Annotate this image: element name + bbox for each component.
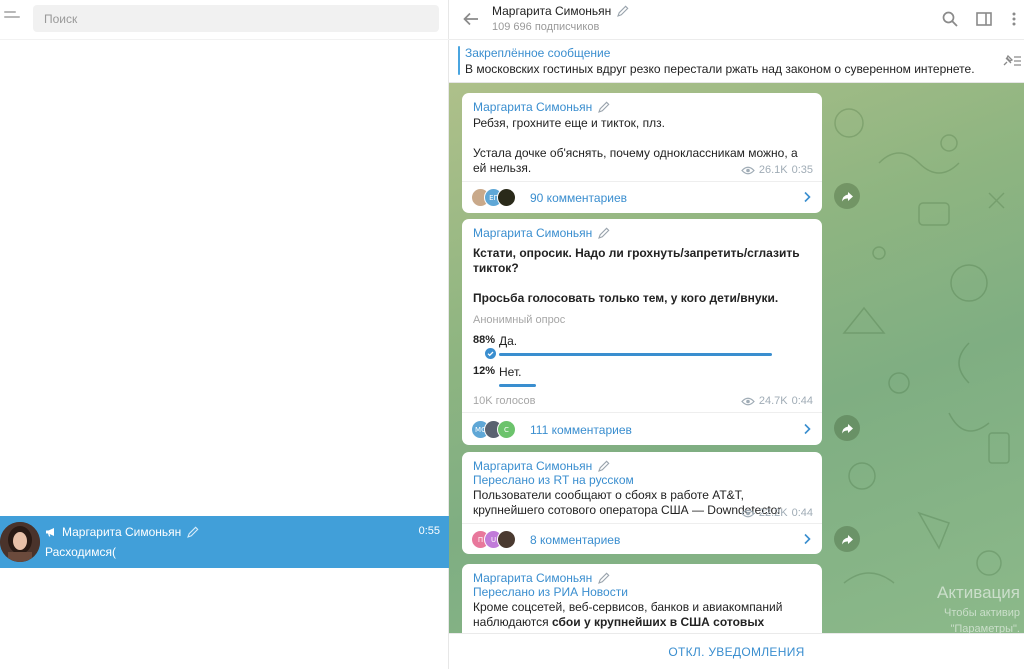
forwarded-from[interactable]: Переслано из РИА Новости xyxy=(473,585,628,599)
commenter-avatars: МС С xyxy=(471,420,531,440)
chat-time: 0:55 xyxy=(418,525,440,537)
poll-vote-count: 10K голосов xyxy=(473,395,536,407)
search-icon[interactable] xyxy=(941,10,959,28)
share-button[interactable] xyxy=(834,526,860,552)
footer: ОТКЛ. УВЕДОМЛЕНИЯ xyxy=(449,633,1024,669)
views-icon xyxy=(741,509,755,517)
message-author[interactable]: Маргарита Симоньян xyxy=(473,226,592,240)
comments-count: 90 комментариев xyxy=(530,191,628,205)
views-icon xyxy=(741,397,755,405)
message-author[interactable]: Маргарита Симоньян xyxy=(473,459,592,473)
chat-list-item-active[interactable]: Маргарита Симоньян 0:55 Расходимся( xyxy=(0,516,449,568)
comments-button[interactable]: МС С 111 комментариев xyxy=(462,413,822,445)
chevron-right-icon xyxy=(804,423,811,435)
commenter-avatars: П U xyxy=(471,530,531,550)
pencil-icon xyxy=(598,572,610,584)
commenter-avatars: ЕГ xyxy=(471,188,531,208)
menu-icon[interactable] xyxy=(4,8,24,28)
poll-bar xyxy=(499,384,536,387)
share-button[interactable] xyxy=(834,183,860,209)
poll-question: Кстати, опросик. Надо ли грохнуть/запрет… xyxy=(473,246,800,275)
poll-bar xyxy=(499,353,772,356)
poll-percent: 88% xyxy=(473,334,496,346)
activation-watermark-title: Активация xyxy=(937,583,1020,602)
comments-button[interactable]: ЕГ 90 комментариев xyxy=(462,181,822,213)
pencil-icon xyxy=(187,526,199,538)
comments-button[interactable]: П U 8 комментариев xyxy=(462,523,822,555)
message-author[interactable]: Маргарита Симоньян xyxy=(473,100,592,114)
pinned-list-icon[interactable] xyxy=(1002,53,1022,69)
message-text: Кроме соцсетей, веб-сервисов, банков и а… xyxy=(473,600,818,633)
more-options-icon[interactable] xyxy=(1005,10,1023,28)
comments-count: 111 комментариев xyxy=(530,423,632,437)
chat-header: Маргарита Симоньян 109 696 подписчиков xyxy=(449,0,1024,40)
share-icon xyxy=(841,534,853,544)
share-icon xyxy=(841,191,853,201)
view-count: 22.2K xyxy=(758,507,788,519)
sidebar-toggle-icon[interactable] xyxy=(975,10,993,28)
pinned-indicator xyxy=(458,46,460,75)
poll-option-label: Да. xyxy=(499,334,518,348)
chat-name: Маргарита Симоньян xyxy=(62,525,182,539)
share-icon xyxy=(841,423,853,433)
chevron-right-icon xyxy=(804,533,811,545)
poll-note: Просьба голосовать только тем, у кого де… xyxy=(473,291,779,305)
chat-list-pane: Маргарита Симоньян 0:55 Расходимся( xyxy=(0,0,449,669)
mute-notifications-button[interactable]: ОТКЛ. УВЕДОМЛЕНИЯ xyxy=(449,634,1024,669)
message-time: 0:35 xyxy=(791,164,813,176)
checkmark-icon xyxy=(485,348,496,359)
poll-type-label: Анонимный опрос xyxy=(473,314,566,326)
pencil-icon xyxy=(598,227,610,239)
channel-icon xyxy=(46,528,54,537)
conversation-pane: Маргарита Симоньян 109 696 подписчиков З… xyxy=(449,0,1024,669)
message-time: 0:44 xyxy=(791,395,813,407)
poll-option-0[interactable]: 88% Да. xyxy=(473,334,813,364)
views-icon xyxy=(741,166,755,174)
poll-message-bubble[interactable]: Маргарита Симоньян Кстати, опросик. Надо… xyxy=(462,219,822,445)
poll-percent: 12% xyxy=(473,365,496,377)
back-arrow-icon[interactable] xyxy=(462,10,480,28)
avatar: С xyxy=(497,420,516,439)
comments-count: 8 комментариев xyxy=(530,533,621,547)
avatar xyxy=(497,188,516,207)
chevron-right-icon xyxy=(804,191,811,203)
pinned-message[interactable]: Закреплённое сообщение В московских гост… xyxy=(449,40,1024,83)
message-time: 0:44 xyxy=(791,507,813,519)
pencil-icon xyxy=(598,460,610,472)
message-bubble[interactable]: Маргарита Симоньян Переслано из RT на ру… xyxy=(462,452,822,554)
share-button[interactable] xyxy=(834,415,860,441)
divider xyxy=(0,39,449,40)
message-bubble[interactable]: Маргарита Симоньян Переслано из РИА Ново… xyxy=(462,564,822,633)
chat-preview: Расходимся( xyxy=(45,545,117,559)
message-bubble[interactable]: Маргарита Симоньян Ребзя, грохните еще и… xyxy=(462,93,822,213)
search-input[interactable] xyxy=(33,5,439,32)
avatar xyxy=(497,530,516,549)
poll-option-label: Нет. xyxy=(499,365,522,379)
message-text: Ребзя, грохните еще и тикток, плз. xyxy=(473,116,665,130)
activation-watermark-line: Чтобы активир xyxy=(944,607,1020,619)
pinned-title: Закреплённое сообщение xyxy=(465,46,611,60)
message-author[interactable]: Маргарита Симоньян xyxy=(473,571,592,585)
view-count: 26.1K xyxy=(758,164,788,176)
page-title[interactable]: Маргарита Симоньян xyxy=(492,4,611,18)
pencil-icon xyxy=(617,5,629,17)
forwarded-from[interactable]: Переслано из RT на русском xyxy=(473,473,634,487)
pencil-icon xyxy=(598,101,610,113)
activation-watermark-line: "Параметры". xyxy=(950,623,1020,633)
view-count: 24.7K xyxy=(758,395,788,407)
subscriber-count: 109 696 подписчиков xyxy=(492,21,600,33)
avatar xyxy=(0,522,40,562)
poll-option-1[interactable]: 12% Нет. xyxy=(473,365,813,395)
message-feed[interactable]: Маргарита Симоньян Ребзя, грохните еще и… xyxy=(449,83,1024,633)
pinned-text: В московских гостиных вдруг резко перест… xyxy=(465,62,975,76)
